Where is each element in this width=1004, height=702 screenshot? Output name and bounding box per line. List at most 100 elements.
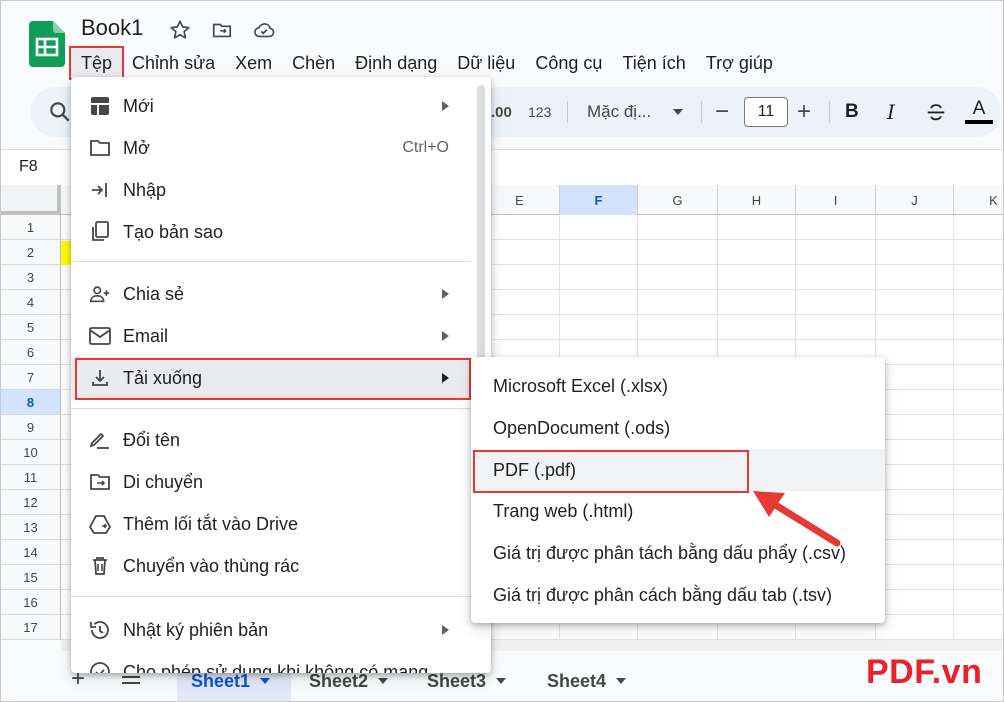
submenu-arrow-icon (442, 331, 449, 341)
offline-icon (89, 661, 111, 673)
sheets-logo-icon[interactable] (29, 21, 65, 67)
history-icon (89, 619, 111, 641)
bold-button[interactable]: B (845, 87, 859, 137)
doc-title[interactable]: Book1 (81, 15, 143, 41)
menu-data[interactable]: Dữ liệu (447, 48, 525, 78)
menu-scrollbar[interactable] (477, 85, 485, 375)
row-header[interactable]: 8 (1, 390, 61, 415)
sheet-tab-caret-icon[interactable] (260, 678, 271, 684)
sheet-tab-caret-icon[interactable] (616, 678, 627, 684)
menu-item-label: Mở (123, 137, 150, 158)
row-header[interactable]: 7 (1, 365, 61, 390)
row-header[interactable]: 5 (1, 315, 61, 340)
star-icon[interactable] (167, 17, 193, 43)
shortcut-label: Ctrl+O (402, 139, 449, 156)
menu-extensions[interactable]: Tiện ích (612, 48, 695, 78)
menu-item-label: Email (123, 325, 169, 346)
menu-help[interactable]: Trợ giúp (696, 48, 783, 78)
menu-item-label: Cho phép sử dụng khi không có mạng (123, 661, 429, 674)
sheet-tab-label: Sheet4 (547, 670, 607, 691)
row-header[interactable]: 10 (1, 440, 61, 465)
menu-item-copy[interactable]: Tạo bản sao (71, 211, 471, 253)
sheet-tab-4[interactable]: Sheet4 (533, 661, 640, 701)
row-header[interactable]: 17 (1, 615, 61, 640)
name-box[interactable]: F8 (19, 158, 38, 176)
row-header[interactable]: 12 (1, 490, 61, 515)
row-header[interactable]: 13 (1, 515, 61, 540)
row-header[interactable]: 14 (1, 540, 61, 565)
font-family-select[interactable]: Mặc đị... (587, 87, 651, 137)
menu-insert[interactable]: Chèn (282, 48, 345, 78)
menu-item-label: Nhập (123, 179, 167, 200)
download-icon (89, 367, 111, 389)
menu-item-import[interactable]: Nhập (71, 169, 471, 211)
sheet-tab-label: Sheet3 (427, 670, 487, 691)
decrease-font-button[interactable]: − (715, 87, 729, 137)
menu-item-label: Đổi tên (123, 429, 181, 450)
sheet-tab-caret-icon[interactable] (378, 678, 389, 684)
menu-edit[interactable]: Chỉnh sửa (122, 48, 225, 78)
font-size-input[interactable]: 11 (744, 97, 788, 127)
menu-item-label: Tải xuống (123, 367, 203, 388)
more-formats-button[interactable]: 123 (528, 87, 551, 137)
menu-item-new[interactable]: Mới (71, 85, 471, 127)
menu-item-label: Thêm lối tắt vào Drive (123, 513, 299, 534)
row-header[interactable]: 3 (1, 265, 61, 290)
download-tsv[interactable]: Giá trị được phân cách bằng dấu tab (.ts… (471, 574, 885, 616)
column-header[interactable]: G (637, 185, 717, 215)
decimal-format-button[interactable]: .00 (491, 87, 512, 137)
menu-format[interactable]: Định dạng (345, 48, 447, 78)
cloud-saved-icon[interactable] (251, 17, 277, 43)
menu-item-offline[interactable]: Cho phép sử dụng khi không có mạng (71, 651, 471, 673)
rename-icon (89, 429, 111, 451)
column-header[interactable]: I (795, 185, 875, 215)
menu-tools[interactable]: Công cụ (525, 48, 612, 78)
increase-font-button[interactable]: + (797, 87, 811, 137)
sheet-tab-caret-icon[interactable] (496, 678, 507, 684)
italic-button[interactable]: I (887, 87, 895, 137)
menu-file[interactable]: Tệp (68, 46, 125, 80)
select-all-corner[interactable] (1, 185, 61, 215)
sheet-tab-label: Sheet1 (191, 670, 251, 691)
import-icon (89, 179, 111, 201)
row-header[interactable]: 1 (1, 215, 61, 240)
copy-icon (89, 221, 111, 243)
menu-item-trash[interactable]: Chuyển vào thùng rác (71, 545, 471, 587)
menu-item-share[interactable]: Chia sẻ (71, 273, 471, 315)
share-icon (89, 283, 111, 305)
column-header[interactable]: E (479, 185, 559, 215)
menu-item-email[interactable]: Email (71, 315, 471, 357)
menu-item-drive-shortcut[interactable]: Thêm lối tắt vào Drive (71, 503, 471, 545)
row-header[interactable]: 16 (1, 590, 61, 615)
download-ods[interactable]: OpenDocument (.ods) (471, 407, 885, 449)
folder-icon (89, 137, 111, 159)
menu-item-download[interactable]: Tải xuống (71, 357, 471, 399)
menu-item-label: Chuyển vào thùng rác (123, 555, 300, 576)
drive-shortcut-icon (89, 513, 111, 535)
menu-item-rename[interactable]: Đổi tên (71, 419, 471, 461)
row-header[interactable]: 4 (1, 290, 61, 315)
row-header[interactable]: 2 (1, 240, 61, 265)
menu-item-label: Nhật ký phiên bản (123, 619, 269, 640)
trash-icon (89, 555, 111, 577)
row-header[interactable]: 9 (1, 415, 61, 440)
move-folder-icon[interactable] (209, 17, 235, 43)
watermark-logo: PDF.vn (866, 653, 983, 691)
download-xlsx[interactable]: Microsoft Excel (.xlsx) (471, 365, 885, 407)
menu-item-move[interactable]: Di chuyển (71, 461, 471, 503)
menu-item-open[interactable]: Mở Ctrl+O (71, 127, 471, 169)
column-header[interactable]: K (953, 185, 1003, 215)
search-menus-icon[interactable] (47, 99, 73, 125)
column-header-selected[interactable]: F (559, 185, 637, 215)
row-header[interactable]: 6 (1, 340, 61, 365)
font-dropdown-icon[interactable] (673, 87, 683, 137)
row-header[interactable]: 11 (1, 465, 61, 490)
row-header[interactable]: 15 (1, 565, 61, 590)
menu-item-label: Chia sẻ (123, 283, 185, 304)
strikethrough-icon[interactable] (925, 87, 947, 137)
text-color-button[interactable]: A (965, 87, 993, 137)
menu-item-version-history[interactable]: Nhật ký phiên bản (71, 609, 471, 651)
column-header[interactable]: H (717, 185, 795, 215)
column-header[interactable]: J (875, 185, 953, 215)
menu-view[interactable]: Xem (225, 48, 282, 78)
